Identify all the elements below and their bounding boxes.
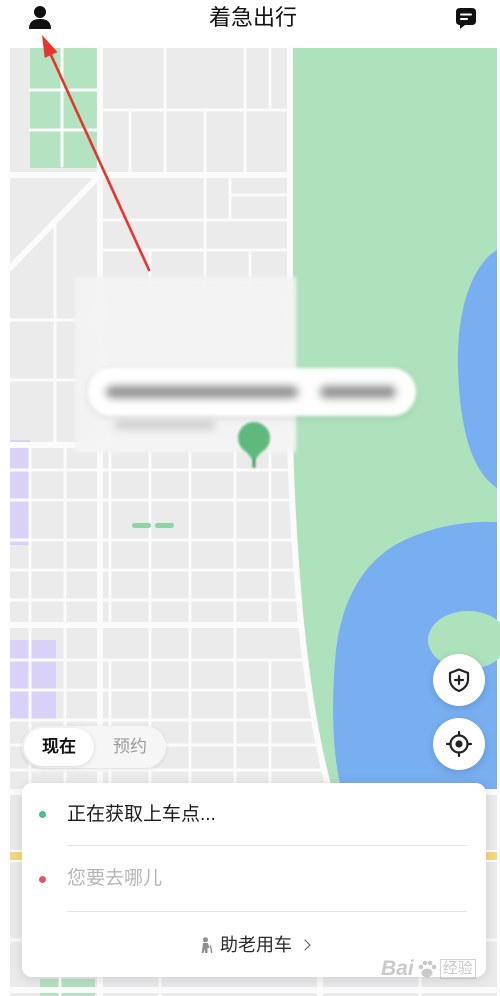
destination-dot xyxy=(39,876,46,883)
district-area xyxy=(10,640,56,720)
user-profile-button[interactable] xyxy=(27,4,53,30)
ride-time-tabs: 现在 预约 xyxy=(22,726,166,768)
locate-me-button[interactable] xyxy=(433,718,485,770)
blurred-subtext xyxy=(115,421,215,429)
watermark-product: 经验 xyxy=(439,959,476,979)
pickup-status-text: 正在获取上车点... xyxy=(67,804,216,825)
destination-input[interactable] xyxy=(67,846,447,911)
pickup-pin-stem xyxy=(252,458,256,468)
page-title: 着急出行 xyxy=(208,5,297,30)
trip-request-card: 正在获取上车点... 助老用车 xyxy=(22,783,486,977)
green-strip xyxy=(155,523,174,528)
chevron-right-icon xyxy=(299,939,311,951)
messages-button[interactable] xyxy=(454,6,478,30)
shield-plus-icon xyxy=(448,668,470,693)
message-icon xyxy=(456,8,476,29)
user-icon xyxy=(29,6,51,29)
pickup-row[interactable]: 正在获取上车点... xyxy=(22,783,486,845)
green-strip xyxy=(132,523,151,528)
paw-icon xyxy=(418,960,436,978)
tab-reserve[interactable]: 预约 xyxy=(96,728,164,766)
park-area-northwest xyxy=(30,48,100,168)
elderly-service-label: 助老用车 xyxy=(220,934,292,955)
destination-row[interactable] xyxy=(22,846,486,911)
top-bar: 着急出行 xyxy=(0,0,500,46)
blurred-address-text xyxy=(320,386,396,398)
elderly-person-icon xyxy=(201,936,213,953)
baidu-jingyan-watermark: Bai 经验 xyxy=(381,954,476,984)
pickup-pin xyxy=(238,422,270,468)
pickup-tip-bubble xyxy=(88,368,416,416)
locate-target-icon xyxy=(445,730,473,758)
pickup-dot xyxy=(39,811,46,818)
blurred-address-text xyxy=(106,386,298,398)
watermark-brand: Bai xyxy=(381,957,414,980)
tab-now[interactable]: 现在 xyxy=(24,728,94,766)
district-area xyxy=(10,440,30,545)
safety-center-button[interactable] xyxy=(433,654,485,706)
